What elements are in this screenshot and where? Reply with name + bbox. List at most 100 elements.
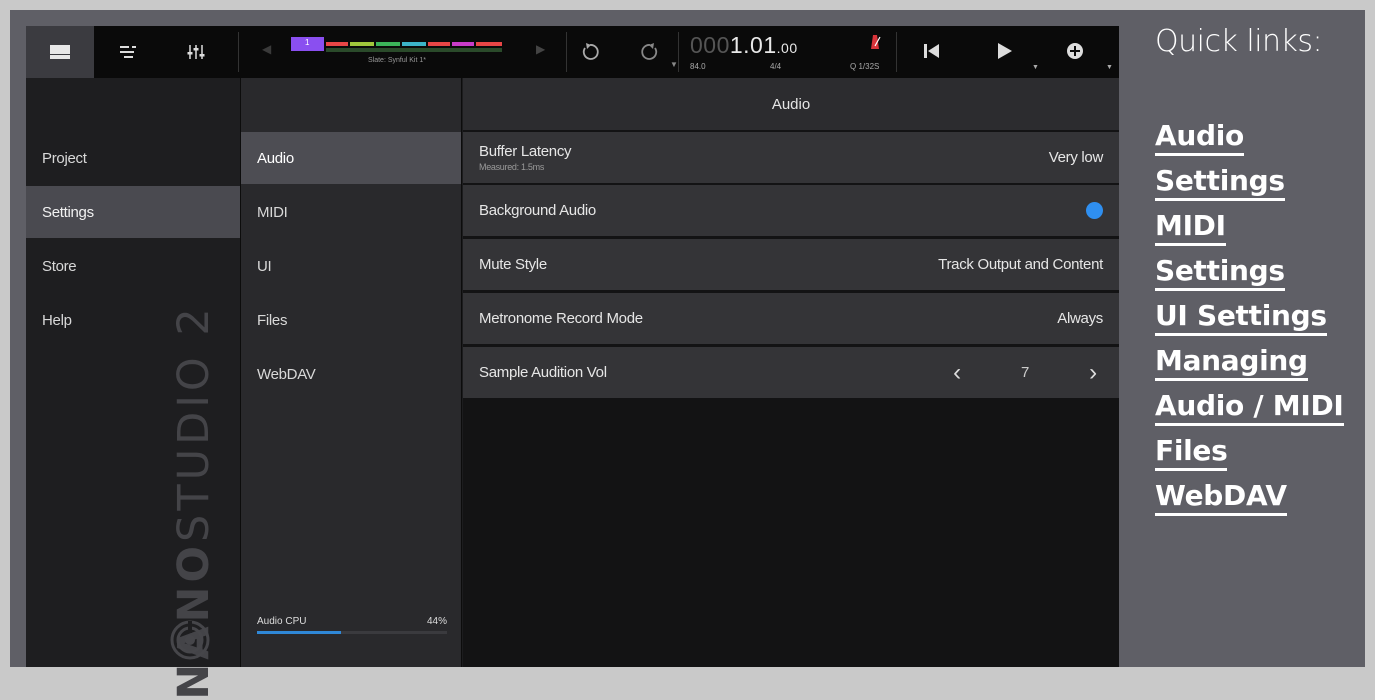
setting-sublabel: Measured: 1.5ms — [479, 162, 545, 172]
redo-icon[interactable] — [638, 40, 662, 64]
quick-links-title: Quick links: — [1155, 24, 1323, 59]
add-icon[interactable] — [1066, 42, 1084, 60]
metronome-icon[interactable] — [868, 34, 882, 50]
cpu-label: Audio CPU — [257, 616, 307, 627]
clip-color-2 — [350, 42, 374, 46]
mixer-mode-button[interactable] — [162, 26, 230, 78]
link-ui-settings[interactable]: UI Settings — [1155, 299, 1327, 336]
audio-settings-panel: Audio Buffer Latency Measured: 1.5ms Very… — [463, 78, 1119, 667]
subnav-item-midi[interactable]: MIDI — [241, 186, 461, 238]
cpu-bar — [257, 631, 447, 634]
chevron-right-icon[interactable]: › — [1083, 359, 1103, 387]
undo-icon[interactable] — [578, 40, 602, 64]
current-clip-block: 1 — [291, 37, 324, 51]
link-managing-files[interactable]: Managing — [1155, 344, 1308, 381]
top-toolbar: ◀ 1 Slate: Synful Kit 1* ▶ ▼ 0001.01.00 … — [26, 26, 1119, 78]
quick-links-list: Audio Settings MIDI Settings UI Settings… — [1155, 119, 1370, 524]
nav-item-label: Settings — [42, 203, 94, 221]
position-counter[interactable]: 0001.01.00 — [690, 32, 798, 59]
clip-launcher-icon — [50, 45, 70, 59]
setting-sample-audition-vol: Sample Audition Vol ‹ 7 › — [463, 347, 1119, 398]
nav-item-label: Project — [42, 149, 87, 167]
setting-value: Very low — [1048, 149, 1104, 166]
setting-background-audio[interactable]: Background Audio — [463, 185, 1119, 236]
nanostudio-logo-icon — [170, 620, 210, 660]
setting-label: Sample Audition Vol — [479, 364, 607, 381]
link-webdav[interactable]: WebDAV — [1155, 479, 1287, 516]
play-icon[interactable] — [996, 42, 1014, 60]
quantize-readout[interactable]: Q 1/32S — [850, 62, 879, 71]
nav-item-project[interactable]: Project — [26, 132, 240, 184]
audition-vol-stepper: ‹ 7 › — [947, 359, 1103, 387]
counter-dim: 000 — [690, 32, 730, 58]
tempo-readout[interactable]: 84.0 — [690, 62, 706, 71]
link-managing-files[interactable]: Files — [1155, 434, 1228, 471]
subnav-item-label: MIDI — [257, 203, 288, 221]
panel-title: Audio — [463, 78, 1119, 130]
brand-light: STUDIO 2 — [169, 304, 219, 542]
link-managing-files[interactable]: Audio / MIDI — [1155, 389, 1344, 426]
clip-color-row2 — [326, 48, 502, 52]
prev-clip-icon[interactable]: ◀ — [262, 42, 271, 56]
setting-label: Mute Style — [479, 256, 547, 273]
add-dropdown-icon[interactable]: ▼ — [1106, 64, 1113, 71]
setting-label: Metronome Record Mode — [479, 310, 643, 327]
toolbar-separator — [566, 32, 567, 72]
cpu-bar-fill — [257, 631, 341, 634]
clip-color-1 — [326, 42, 348, 46]
cpu-value: 44% — [426, 616, 447, 627]
subnav-item-label: UI — [257, 257, 272, 275]
clip-color-7 — [476, 42, 502, 46]
nav-item-settings[interactable]: Settings — [26, 186, 240, 238]
nanostudio-brand: NANOSTUDIO 2 — [164, 304, 224, 700]
chevron-left-icon[interactable]: ‹ — [947, 359, 967, 387]
background-audio-toggle[interactable] — [1086, 202, 1103, 219]
setting-buffer-latency[interactable]: Buffer Latency Measured: 1.5ms Very low — [463, 132, 1119, 183]
next-clip-icon[interactable]: ▶ — [536, 42, 545, 56]
nanostudio-app-window: ◀ 1 Slate: Synful Kit 1* ▶ ▼ 0001.01.00 … — [26, 26, 1119, 700]
clip-name: Slate: Synful Kit 1* — [368, 57, 426, 64]
subnav-item-ui[interactable]: UI — [241, 240, 461, 292]
subnav-item-audio[interactable]: Audio — [241, 132, 461, 184]
audio-cpu-meter: Audio CPU 44% — [257, 616, 447, 634]
clip-color-3 — [376, 42, 400, 46]
clip-color-4 — [402, 42, 426, 46]
quick-links-panel: Quick links: Audio Settings MIDI Setting… — [1155, 24, 1365, 516]
sequencer-icon — [120, 46, 136, 58]
clip-number: 1 — [305, 38, 310, 47]
subnav-item-webdav[interactable]: WebDAV — [241, 348, 461, 400]
play-dropdown-icon[interactable]: ▼ — [1032, 64, 1039, 71]
rewind-to-start-icon[interactable] — [922, 42, 942, 60]
link-audio-settings[interactable]: Settings — [1155, 164, 1285, 201]
mixer-icon — [187, 45, 205, 59]
time-signature-readout[interactable]: 4/4 — [770, 62, 781, 71]
clip-launcher-mode-button[interactable] — [26, 26, 94, 78]
counter-ticks: .00 — [776, 40, 798, 56]
setting-mute-style[interactable]: Mute Style Track Output and Content — [463, 239, 1119, 290]
subnav-item-files[interactable]: Files — [241, 294, 461, 346]
link-audio-settings[interactable]: Audio — [1155, 119, 1244, 156]
settings-subnav: Audio MIDI UI Files WebDAV Audio CPU 44% — [241, 78, 461, 667]
link-midi-settings[interactable]: Settings — [1155, 254, 1285, 291]
panel-title-text: Audio — [771, 95, 811, 113]
redo-dropdown-icon[interactable]: ▼ — [670, 60, 678, 69]
toolbar-separator — [678, 32, 679, 72]
setting-label: Buffer Latency — [479, 143, 572, 160]
main-nav: Project Settings Store Help NANOSTUDIO 2 — [26, 78, 240, 700]
counter-main: 1.01 — [729, 32, 777, 58]
subnav-item-label: Audio — [257, 149, 294, 167]
subnav-item-label: WebDAV — [257, 365, 316, 383]
setting-label: Background Audio — [479, 202, 596, 219]
nav-item-label: Store — [42, 257, 77, 275]
setting-metronome-record-mode[interactable]: Metronome Record Mode Always — [463, 293, 1119, 344]
nav-item-label: Help — [42, 311, 72, 329]
setting-value: Track Output and Content — [938, 256, 1103, 273]
nav-item-store[interactable]: Store — [26, 240, 240, 292]
clip-color-6 — [452, 42, 474, 46]
toolbar-separator — [896, 32, 897, 72]
link-midi-settings[interactable]: MIDI — [1155, 209, 1226, 246]
column-divider — [461, 78, 462, 667]
sequencer-mode-button[interactable] — [94, 26, 162, 78]
setting-value: Always — [1057, 310, 1103, 327]
clip-color-5 — [428, 42, 450, 46]
